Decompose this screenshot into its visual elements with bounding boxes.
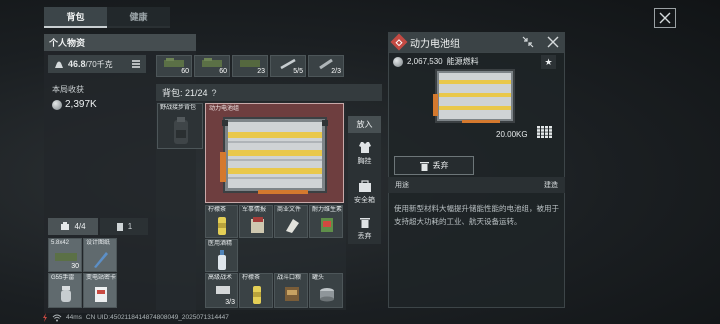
- can-icon: [253, 286, 261, 304]
- weight-text: 46.8/70千克: [68, 58, 113, 69]
- status-footer: 44ms CN UID:4502118414874808049_20250713…: [42, 313, 229, 322]
- income-value: 2,397K: [65, 99, 97, 110]
- trash-icon: [419, 161, 429, 171]
- favorite-button[interactable]: ★: [541, 55, 556, 69]
- backpack-item-lemon-tea-2[interactable]: 柠檬茶: [239, 273, 273, 308]
- usage-label: 用途: [395, 182, 409, 189]
- battery-pack-icon: [220, 117, 328, 194]
- item-detail-header: 动力电池组: [388, 32, 565, 52]
- trash-icon: [359, 218, 370, 228]
- income-value-row: 2,397K: [52, 99, 97, 110]
- star-icon: ★: [544, 56, 553, 67]
- backpack-item-alcohol[interactable]: 医用酒精: [205, 239, 238, 272]
- safe-box-icon: [358, 180, 371, 192]
- backpack-icon: [174, 117, 188, 144]
- backpack-help-icon[interactable]: ?: [212, 88, 217, 98]
- weight-detail-button[interactable]: [129, 57, 143, 71]
- put-into-vest-button[interactable]: 胸挂: [348, 141, 381, 166]
- tab-health[interactable]: 健康: [107, 7, 170, 28]
- put-into-safe-box-button[interactable]: 安全箱: [348, 180, 381, 205]
- backpack-capacity-bar: 背包: 21/24 ?: [156, 84, 382, 101]
- ammo-box-icon: [240, 60, 260, 67]
- gear-slot-ammo-1[interactable]: 60: [156, 55, 192, 77]
- pocket-item-ammo[interactable]: 5.8x42 30: [48, 238, 82, 272]
- backpack-item-bag[interactable]: 野战接步背包: [157, 103, 203, 149]
- blueprint-icon: [94, 252, 108, 268]
- item-detail-title: 动力电池组: [410, 38, 460, 50]
- personal-panel-title: 个人物资: [44, 34, 196, 51]
- gear-slot-count: 5/5: [293, 68, 303, 75]
- gear-slot-injector[interactable]: 2/3: [308, 55, 344, 77]
- can-icon: [218, 217, 226, 235]
- gear-slot-ammo-2[interactable]: 60: [194, 55, 230, 77]
- box-icon: [61, 222, 70, 230]
- backpack-item-military-intel[interactable]: 军事情报: [239, 205, 273, 238]
- ping-value: 44ms: [66, 314, 82, 321]
- top-tabs: 背包 健康: [44, 7, 170, 28]
- user-uid: CN UID:4502118414874808049_2025071314447: [85, 314, 229, 321]
- ration-icon: [285, 287, 299, 301]
- document-icon: [251, 217, 264, 233]
- backpack-capacity: 背包: 21/24: [162, 88, 208, 98]
- backpack-item-business-file[interactable]: 商业文件: [274, 205, 308, 238]
- backpack-item-tactical[interactable]: 高级战术 3/3: [205, 273, 238, 308]
- item-count: 3/3: [225, 299, 235, 306]
- item-usage-row: 用途 建造: [388, 177, 565, 193]
- backpack-item-power-battery-selected[interactable]: 动力电池组: [205, 103, 344, 203]
- pocket-tab-cards[interactable]: 1: [100, 218, 148, 235]
- collapse-detail-button[interactable]: [521, 36, 535, 48]
- item-description: 使用新型材料大幅提升储能性能的电池组，被用于支持超大功耗的工业、航天设备运转。: [394, 204, 559, 226]
- card-icon: [116, 222, 123, 231]
- put-into-header: 放入: [348, 116, 381, 133]
- item-price: 2,067,530: [407, 57, 443, 66]
- grenade-icon: [61, 286, 71, 302]
- keycard-icon: [95, 287, 107, 302]
- gear-slot-ammo-3[interactable]: 23: [232, 55, 268, 77]
- usage-value: 建造: [544, 182, 558, 189]
- pocket-tab-items[interactable]: 4/4: [48, 218, 98, 235]
- gear-slot-count: 60: [181, 68, 189, 75]
- backpack-item-lemon-tea[interactable]: 柠檬茶: [205, 205, 238, 238]
- vitamin-box-icon: [321, 218, 333, 232]
- item-weight: 20.00KG: [496, 130, 528, 139]
- tab-backpack[interactable]: 背包: [44, 7, 107, 28]
- pocket-item-grenade[interactable]: G55手雷: [48, 273, 82, 308]
- gear-slot-count: 23: [257, 68, 265, 75]
- pocket-item-blueprint[interactable]: 设计图纸: [83, 238, 117, 272]
- coin-icon: [393, 56, 403, 67]
- close-detail-button[interactable]: [546, 36, 560, 48]
- backpack-item-ration[interactable]: 战斗口粮: [274, 273, 308, 308]
- bandage-icon: [216, 286, 230, 294]
- item-count: 30: [71, 263, 79, 270]
- collapse-icon: [522, 36, 534, 48]
- coin-icon: [52, 99, 62, 110]
- canned-food-icon: [320, 288, 334, 302]
- vest-icon: [358, 142, 371, 153]
- list-icon: [132, 60, 140, 68]
- gear-slot-count: 2/3: [331, 68, 341, 75]
- discard-button[interactable]: 丢弃: [348, 216, 381, 241]
- backpack-item-canned-food[interactable]: 罐头: [309, 273, 343, 308]
- weight-icon: [55, 61, 63, 68]
- item-preview-battery-icon: [433, 69, 515, 123]
- ammo-box-icon: [202, 58, 222, 67]
- income-label: 本局收获: [52, 85, 84, 94]
- drop-item-button[interactable]: 丢弃: [394, 156, 474, 175]
- ammo-box-icon: [55, 253, 77, 261]
- battery-status-icon: [43, 313, 47, 322]
- file-icon: [286, 219, 299, 233]
- close-icon: [547, 36, 559, 48]
- pocket-tabs: 4/4 1: [48, 218, 196, 235]
- close-icon: [659, 12, 671, 24]
- close-window-button[interactable]: [654, 8, 676, 28]
- backpack-item-vitamins[interactable]: 耐力维生素: [309, 205, 343, 238]
- pocket-item-keycard[interactable]: 变电站密卡: [83, 273, 117, 308]
- wifi-icon: [52, 314, 62, 321]
- size-grid-icon: [537, 126, 552, 138]
- bottle-icon: [218, 250, 226, 270]
- gear-slot-count: 60: [219, 68, 227, 75]
- ammo-box-icon: [164, 58, 184, 67]
- gear-slot-syringe[interactable]: 5/5: [270, 55, 306, 77]
- item-rarity-icon: [390, 33, 408, 51]
